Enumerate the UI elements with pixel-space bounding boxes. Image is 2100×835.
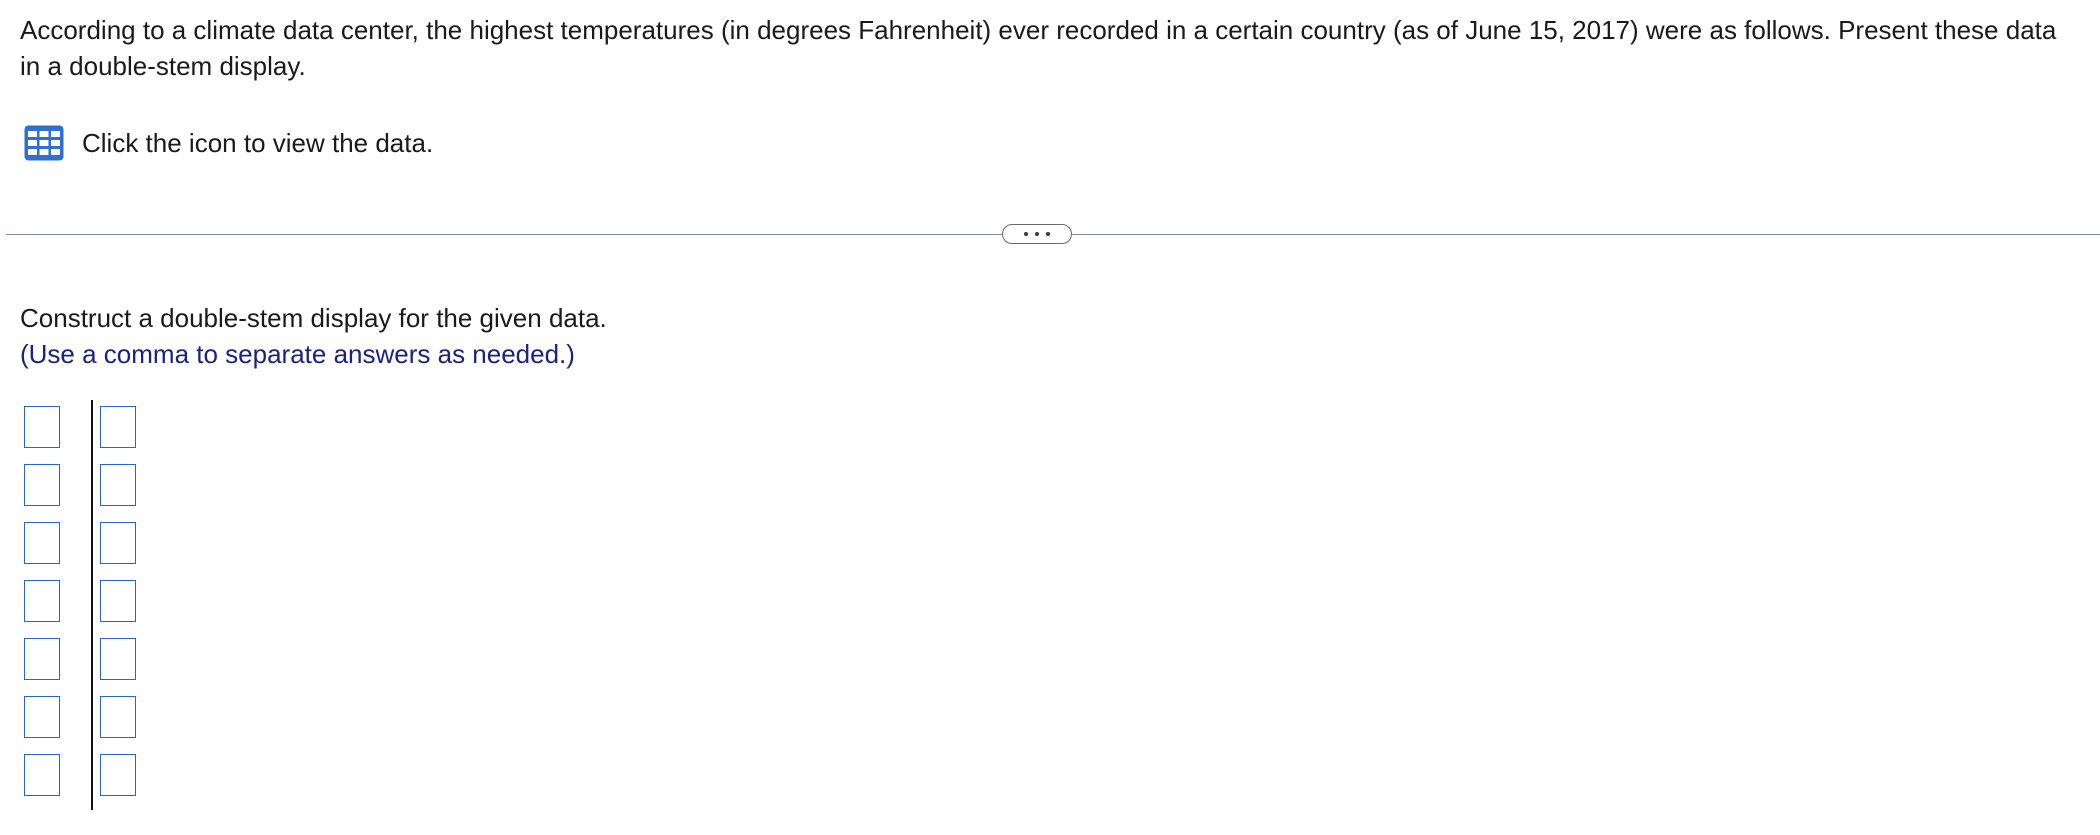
leaf-input[interactable] — [100, 696, 136, 738]
expand-button[interactable] — [1002, 224, 1072, 244]
stem-leaf-divider — [91, 400, 93, 810]
ellipsis-icon — [1046, 232, 1050, 236]
table-icon[interactable] — [24, 125, 64, 161]
leaf-input[interactable] — [100, 754, 136, 796]
question-instruction: Construct a double-stem display for the … — [20, 303, 607, 333]
view-data-text[interactable]: Click the icon to view the data. — [82, 125, 433, 161]
leaf-input[interactable] — [100, 522, 136, 564]
stem-input[interactable] — [24, 754, 60, 796]
view-data-link[interactable]: Click the icon to view the data. — [24, 123, 433, 163]
leaf-input[interactable] — [100, 464, 136, 506]
question-hint: (Use a comma to separate answers as need… — [20, 339, 575, 369]
stem-input[interactable] — [24, 638, 60, 680]
ellipsis-icon — [1035, 232, 1039, 236]
ellipsis-icon — [1024, 232, 1028, 236]
stem-input[interactable] — [24, 406, 60, 448]
stem-input[interactable] — [24, 522, 60, 564]
leaf-input[interactable] — [100, 580, 136, 622]
stem-input[interactable] — [24, 696, 60, 738]
problem-statement: According to a climate data center, the … — [20, 15, 2057, 81]
stem-input[interactable] — [24, 464, 60, 506]
leaf-input[interactable] — [100, 406, 136, 448]
stem-input[interactable] — [24, 580, 60, 622]
leaf-input[interactable] — [100, 638, 136, 680]
